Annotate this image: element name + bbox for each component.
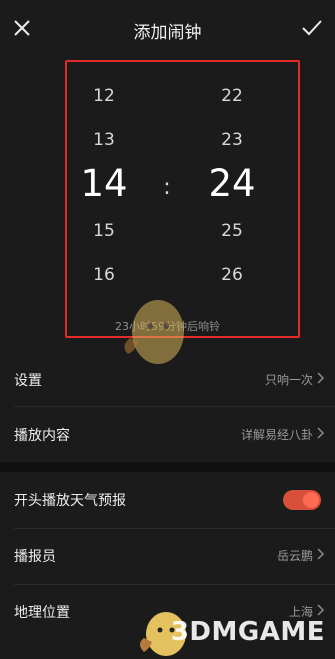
option-row-announcer[interactable]: 播报员 岳云鹏 bbox=[0, 530, 335, 582]
setting-value: 只响一次 bbox=[264, 373, 313, 387]
section-gap bbox=[0, 462, 335, 472]
option-label: 播报员 bbox=[14, 549, 56, 565]
setting-row-content[interactable]: 播放内容 详解易经八卦 bbox=[0, 409, 335, 461]
chevron-right-icon bbox=[317, 427, 325, 439]
divider bbox=[14, 528, 335, 529]
top-bar: 添加闹钟 bbox=[0, 0, 335, 58]
toggle-knob bbox=[303, 492, 319, 508]
check-icon[interactable] bbox=[301, 18, 323, 38]
setting-value: 详解易经八卦 bbox=[240, 428, 313, 442]
option-value: 岳云鹏 bbox=[276, 549, 313, 563]
chevron-right-icon bbox=[317, 372, 325, 384]
chevron-right-icon bbox=[317, 548, 325, 560]
watermark-text: 3DMGAME bbox=[170, 617, 325, 647]
option-label: 开头播放天气预报 bbox=[14, 493, 126, 509]
divider bbox=[14, 584, 335, 585]
setting-label: 播放内容 bbox=[14, 428, 70, 444]
page-title: 添加闹钟 bbox=[133, 23, 202, 43]
option-row-weather[interactable]: 开头播放天气预报 bbox=[0, 474, 335, 526]
divider bbox=[14, 406, 335, 407]
setting-row-repeat[interactable]: 设置 只响一次 bbox=[0, 354, 335, 406]
option-label: 地理位置 bbox=[14, 605, 70, 621]
setting-label: 设置 bbox=[14, 373, 42, 389]
weather-toggle[interactable] bbox=[283, 490, 321, 510]
chevron-right-icon bbox=[317, 604, 325, 616]
